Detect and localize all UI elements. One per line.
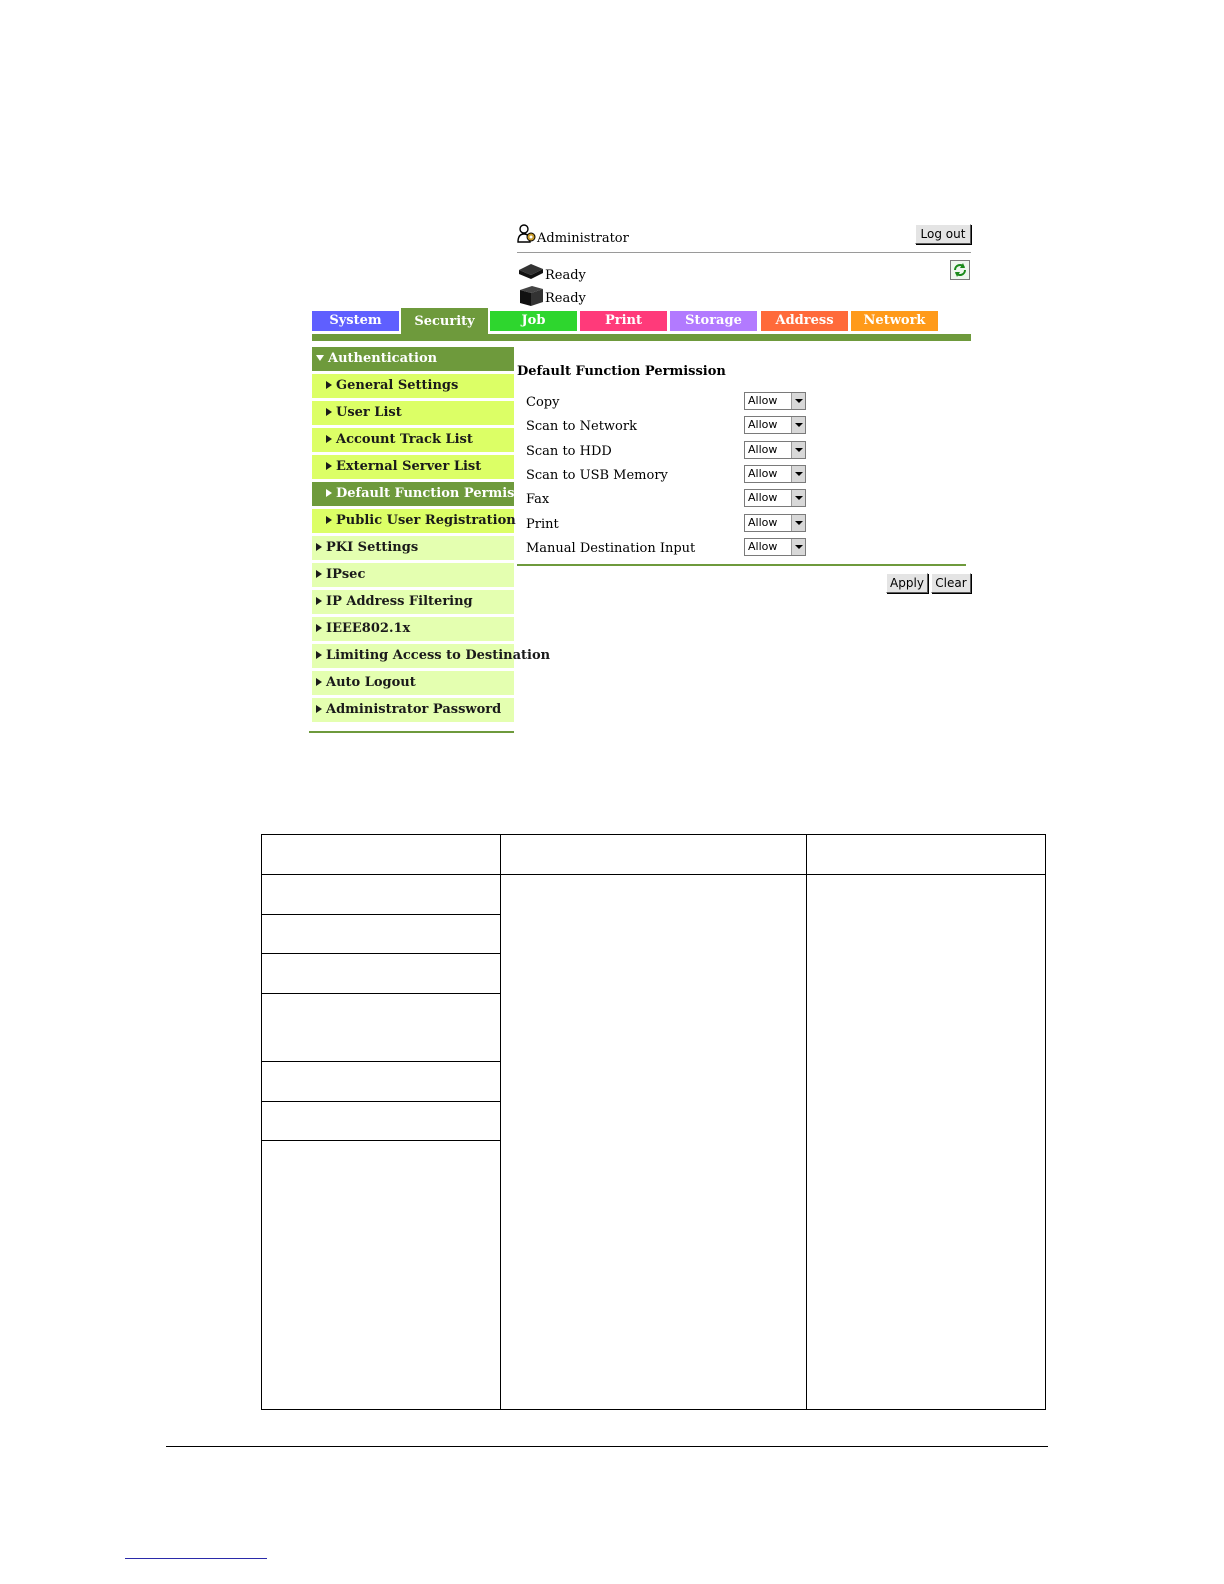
fax-permission-select[interactable]: Allow xyxy=(744,489,806,507)
permission-label-scan-to-hdd: Scan to HDD xyxy=(526,444,612,459)
tab-system[interactable]: System xyxy=(312,311,399,331)
permission-label-print: Print xyxy=(526,517,559,532)
sidebar-item-default-function-permission[interactable]: Default Function Permission xyxy=(312,482,545,506)
tab-job[interactable]: Job xyxy=(490,311,577,331)
triangle-right-icon xyxy=(326,435,332,443)
table-row-divider xyxy=(262,1140,500,1141)
page-title: Default Function Permission xyxy=(517,364,726,379)
chevron-down-icon xyxy=(791,515,805,531)
print-permission-select[interactable]: Allow xyxy=(744,514,806,532)
table-header-divider xyxy=(262,874,1045,875)
logout-button[interactable]: Log out xyxy=(915,224,971,244)
sidebar-item-general-settings[interactable]: General Settings xyxy=(312,374,514,398)
user-bar: Administrator Log out xyxy=(517,224,971,253)
sidebar-item-administrator-password[interactable]: Administrator Password xyxy=(312,698,514,722)
document-table xyxy=(261,834,1046,1410)
permission-label-fax: Fax xyxy=(526,492,550,507)
chevron-down-icon xyxy=(791,417,805,433)
triangle-right-icon xyxy=(326,381,332,389)
permission-label-manual-destination-input: Manual Destination Input xyxy=(526,541,696,556)
permission-label-scan-to-network: Scan to Network xyxy=(526,419,637,434)
scanner-status: Ready xyxy=(545,291,586,306)
copy-permission-select[interactable]: Allow xyxy=(744,392,806,410)
table-row-divider xyxy=(262,1061,500,1062)
tab-security[interactable]: Security xyxy=(401,308,488,334)
sidebar-item-limiting-access-to-destination[interactable]: Limiting Access to Destination xyxy=(312,644,550,668)
triangle-right-icon xyxy=(326,489,332,497)
content-divider xyxy=(517,564,966,566)
manual-destination-input-permission-select[interactable]: Allow xyxy=(744,538,806,556)
sidebar-item-ip-address-filtering[interactable]: IP Address Filtering xyxy=(312,590,514,614)
tab-print[interactable]: Print xyxy=(580,311,667,331)
chevron-down-icon xyxy=(791,393,805,409)
triangle-right-icon xyxy=(326,462,332,470)
sidebar-item-auto-logout[interactable]: Auto Logout xyxy=(312,671,514,695)
sidebar-bottom-line xyxy=(309,731,514,733)
sidebar-item-ipsec[interactable]: IPsec xyxy=(312,563,514,587)
clear-button[interactable]: Clear xyxy=(931,573,971,593)
sidebar-item-account-track-list[interactable]: Account Track List xyxy=(312,428,514,452)
triangle-right-icon xyxy=(326,408,332,416)
triangle-right-icon xyxy=(316,705,322,713)
refresh-button[interactable] xyxy=(950,260,970,280)
triangle-right-icon xyxy=(316,543,322,551)
chevron-down-icon xyxy=(791,442,805,458)
printer-status: Ready xyxy=(545,268,586,283)
table-column-divider xyxy=(500,835,501,1409)
scan-to-network-permission-select[interactable]: Allow xyxy=(744,416,806,434)
refresh-icon xyxy=(954,263,966,277)
status-row-scanner: Ready xyxy=(517,285,586,311)
apply-button[interactable]: Apply xyxy=(886,573,928,593)
printer-icon xyxy=(519,264,543,279)
tab-bar-underline xyxy=(312,334,971,341)
chevron-down-icon xyxy=(791,490,805,506)
scan-to-usb-memory-permission-select[interactable]: Allow xyxy=(744,465,806,483)
table-row-divider xyxy=(262,993,500,994)
triangle-right-icon xyxy=(326,516,332,524)
chevron-down-icon xyxy=(791,539,805,555)
sidebar-item-user-list[interactable]: User List xyxy=(312,401,514,425)
permission-label-scan-to-usb-memory: Scan to USB Memory xyxy=(526,468,668,483)
table-row-divider xyxy=(262,914,500,915)
triangle-right-icon xyxy=(316,624,322,632)
administrator-icon xyxy=(517,224,536,243)
sidebar-item-pki-settings[interactable]: PKI Settings xyxy=(312,536,514,560)
user-role-label: Administrator xyxy=(537,231,629,246)
tab-storage[interactable]: Storage xyxy=(670,311,757,331)
tab-address[interactable]: Address xyxy=(761,311,848,331)
permission-label-copy: Copy xyxy=(526,395,560,410)
triangle-right-icon xyxy=(316,651,322,659)
footer-link-underline xyxy=(125,1558,267,1559)
table-row-divider xyxy=(262,1101,500,1102)
scan-to-hdd-permission-select[interactable]: Allow xyxy=(744,441,806,459)
status-row-printer: Ready xyxy=(517,262,586,284)
sidebar-section-authentication[interactable]: Authentication xyxy=(312,347,514,371)
footer-rule xyxy=(166,1446,1048,1447)
sidebar-item-ieee8021x[interactable]: IEEE802.1x xyxy=(312,617,514,641)
triangle-right-icon xyxy=(316,678,322,686)
table-row-divider xyxy=(262,953,500,954)
sidebar-item-external-server-list[interactable]: External Server List xyxy=(312,455,514,479)
triangle-right-icon xyxy=(316,570,322,578)
tab-network[interactable]: Network xyxy=(851,311,938,331)
table-column-divider xyxy=(806,835,807,1409)
triangle-right-icon xyxy=(316,597,322,605)
triangle-down-icon xyxy=(316,355,324,361)
chevron-down-icon xyxy=(791,466,805,482)
sidebar-item-public-user-registration[interactable]: Public User Registration xyxy=(312,509,516,533)
scanner-icon xyxy=(520,286,543,306)
